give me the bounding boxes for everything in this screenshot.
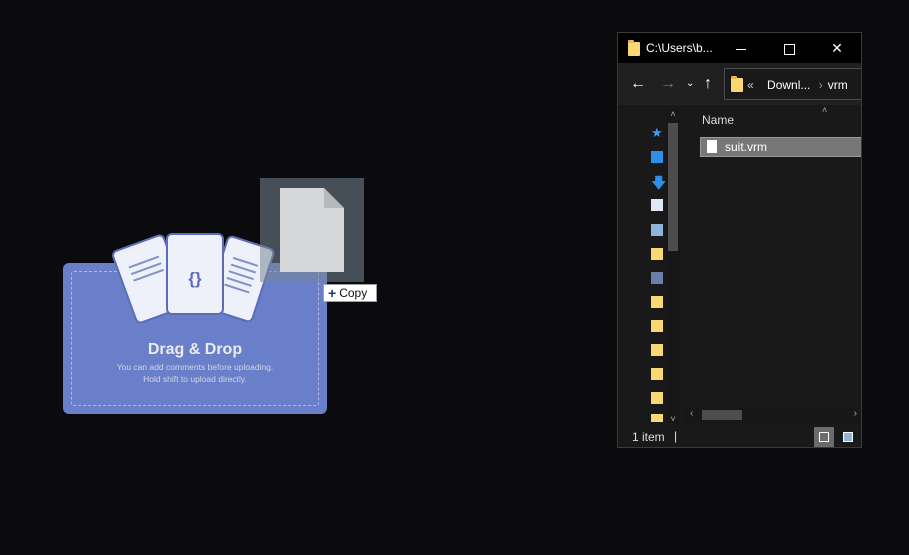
recent-dropdown-icon[interactable]: ⌄ [686, 78, 694, 89]
file-icon [707, 140, 717, 153]
file-explorer-window: C:\Users\b... ✕ ← → ⌄ ↑ « Downl... › vrm … [617, 32, 862, 448]
large-icons-view-button[interactable] [838, 427, 858, 447]
copy-label: Copy [339, 286, 368, 300]
scrollbar-thumb[interactable] [668, 123, 678, 251]
quick-access-star-icon[interactable]: ★ [651, 125, 663, 141]
breadcrumb-downloads[interactable]: Downl... [767, 78, 810, 92]
breadcrumb-overflow-icon[interactable]: « [747, 78, 754, 92]
status-bar: 1 item | [618, 425, 861, 447]
close-icon: ✕ [831, 40, 843, 56]
code-braces-icon: {} [188, 269, 202, 288]
plus-icon: + [328, 285, 337, 301]
navigation-pane-scrollbar[interactable]: ˄ ˅ [666, 109, 680, 424]
window-title: C:\Users\b... [646, 41, 713, 55]
drop-zone-hint-1: You can add comments before uploading. [116, 362, 274, 372]
documents-icon[interactable] [651, 199, 663, 211]
large-icons-view-icon [843, 432, 853, 442]
drag-ghost-file [260, 178, 364, 282]
navigation-bar: ← → ⌄ ↑ « Downl... › vrm [618, 63, 861, 105]
scroll-up-icon[interactable]: ˄ [666, 109, 680, 119]
file-name: suit.vrm [725, 140, 767, 154]
address-bar[interactable]: « Downl... › vrm [724, 68, 861, 100]
code-file-illustration: {} [166, 233, 224, 315]
downloads-icon[interactable]: 🡇 [651, 173, 666, 198]
file-item[interactable]: suit.vrm [700, 137, 861, 157]
column-header-name[interactable]: Name [702, 113, 734, 127]
minimize-icon [736, 48, 746, 50]
details-view-button[interactable] [814, 427, 834, 447]
scroll-right-icon[interactable]: › [854, 408, 857, 419]
file-list-horizontal-scrollbar[interactable]: ‹ › [684, 407, 861, 423]
text-cursor: | [674, 429, 678, 443]
back-arrow-icon[interactable]: ← [630, 75, 646, 93]
drop-zone-hint-2: Hold shift to upload directly. [143, 374, 247, 384]
folder-icon[interactable] [651, 320, 663, 332]
folder-icon[interactable] [651, 368, 663, 380]
video-icon[interactable] [651, 272, 663, 284]
desktop-icon[interactable] [651, 151, 663, 163]
maximize-button[interactable] [766, 33, 812, 63]
drag-copy-tooltip: + Copy [323, 284, 377, 302]
scrollbar-thumb[interactable] [702, 410, 742, 420]
folder-icon[interactable] [651, 248, 663, 260]
details-view-icon [819, 432, 829, 442]
folder-icon [628, 40, 640, 56]
file-list-pane: ˄ Name suit.vrm ‹ › [684, 105, 861, 425]
folder-icon[interactable] [651, 392, 663, 404]
close-button[interactable]: ✕ [814, 33, 860, 63]
file-icon [280, 188, 344, 272]
title-bar[interactable]: C:\Users\b... ✕ [618, 33, 861, 63]
folder-icon [731, 76, 743, 92]
breadcrumb: « Downl... › vrm [747, 78, 848, 92]
item-count: 1 item [632, 430, 665, 444]
chevron-right-icon: › [818, 78, 823, 92]
maximize-icon [783, 43, 795, 55]
forward-arrow-icon[interactable]: → [660, 75, 676, 93]
drop-zone-title: Drag & Drop [147, 341, 243, 358]
pictures-icon[interactable] [651, 224, 663, 236]
folder-icon[interactable] [651, 344, 663, 356]
folder-icon[interactable] [651, 296, 663, 308]
breadcrumb-vrm[interactable]: vrm [828, 78, 848, 92]
folder-icon[interactable] [651, 414, 663, 422]
drop-zone-subtitle: You can add comments before uploading. H… [63, 361, 327, 385]
scroll-down-icon[interactable]: ˅ [666, 414, 680, 424]
scroll-left-icon[interactable]: ‹ [690, 408, 693, 419]
up-arrow-icon[interactable]: ↑ [704, 75, 712, 93]
minimize-button[interactable] [718, 33, 764, 63]
sort-ascending-icon: ˄ [822, 105, 828, 115]
navigation-pane: ★ 🡇 ˄ ˅ [618, 105, 684, 425]
